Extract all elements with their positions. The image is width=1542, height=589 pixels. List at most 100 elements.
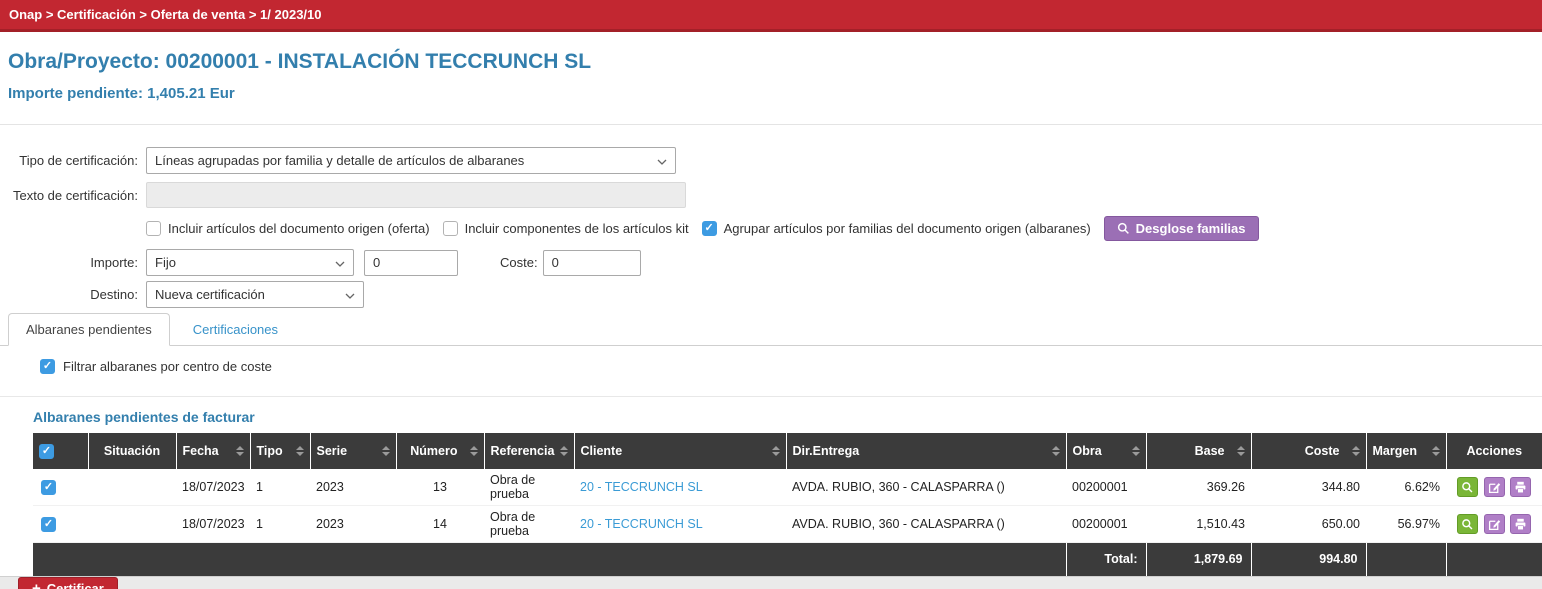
select-all-checkbox[interactable]: ✓: [39, 444, 54, 459]
tipo-certificacion-label: Tipo de certificación:: [0, 153, 138, 168]
col-direntrega-sortable[interactable]: Dir.Entrega: [786, 433, 1066, 469]
incluir-kit-label: Incluir componentes de los artículos kit: [465, 221, 689, 236]
importe-input[interactable]: 0: [364, 250, 458, 276]
importe-tipo-select[interactable]: Fijo: [146, 249, 354, 276]
search-icon: [1461, 518, 1474, 531]
checkbox-checked-icon[interactable]: ✓: [702, 221, 717, 236]
col-serie-sortable[interactable]: Serie: [310, 433, 396, 469]
page-title: Obra/Proyecto: 00200001 - INSTALACIÓN TE…: [8, 48, 1534, 76]
coste-label: Coste:: [500, 255, 538, 270]
cell-base: 369.26: [1146, 469, 1251, 506]
col-cliente-label: Cliente: [581, 444, 623, 458]
cell-coste: 650.00: [1251, 506, 1366, 543]
printer-icon: [1514, 518, 1527, 531]
chevron-down-icon: [335, 261, 345, 267]
row-checkbox[interactable]: ✓: [41, 480, 56, 495]
table-row: ✓ 18/07/2023 1 2023 14 Obra de prueba 20…: [33, 506, 1542, 543]
col-obra-label: Obra: [1073, 444, 1102, 458]
col-referencia-label: Referencia: [491, 444, 555, 458]
edit-button[interactable]: [1484, 477, 1505, 497]
cell-obra: 00200001: [1066, 469, 1146, 506]
edit-button[interactable]: [1484, 514, 1505, 534]
table-title: Albaranes pendientes de facturar: [33, 409, 1535, 425]
col-fecha-label: Fecha: [183, 444, 219, 458]
col-situacion: Situación: [104, 444, 160, 458]
print-button[interactable]: [1510, 514, 1531, 534]
sort-icon[interactable]: [236, 446, 244, 456]
incluir-kit-checkbox-group[interactable]: Incluir componentes de los artículos kit: [443, 221, 689, 236]
col-tipo-sortable[interactable]: Tipo: [250, 433, 310, 469]
destino-select[interactable]: Nueva certificación: [146, 281, 364, 308]
cell-numero: 13: [396, 469, 484, 506]
col-base-sortable[interactable]: Base: [1146, 433, 1251, 469]
desglose-familias-button[interactable]: Desglose familias: [1104, 216, 1259, 241]
sort-icon[interactable]: [772, 446, 780, 456]
breadcrumb[interactable]: Onap > Certificación > Oferta de venta >…: [0, 0, 1542, 32]
cell-referencia: Obra de prueba: [484, 469, 574, 506]
cliente-link[interactable]: 20 - TECCRUNCH SL: [580, 480, 703, 494]
sort-icon[interactable]: [470, 446, 478, 456]
col-fecha-sortable[interactable]: Fecha: [176, 433, 250, 469]
edit-icon: [1488, 518, 1501, 531]
sort-icon[interactable]: [1237, 446, 1245, 456]
agrupar-familias-label: Agrupar artículos por familias del docum…: [724, 221, 1091, 236]
table-total-row: Total: 1,879.69 994.80: [33, 543, 1542, 576]
destino-label: Destino:: [0, 287, 138, 302]
incluir-oferta-checkbox-group[interactable]: Incluir artículos del documento origen (…: [146, 221, 430, 236]
tipo-certificacion-select[interactable]: Líneas agrupadas por familia y detalle d…: [146, 147, 676, 174]
col-coste-label: Coste: [1305, 444, 1340, 458]
col-obra-sortable[interactable]: Obra: [1066, 433, 1146, 469]
sort-icon[interactable]: [560, 446, 568, 456]
certificar-label: Certificar: [47, 581, 104, 589]
col-serie-label: Serie: [317, 444, 348, 458]
albaranes-table-section: Albaranes pendientes de facturar ✓ Situa…: [33, 409, 1535, 576]
cell-serie: 2023: [310, 469, 396, 506]
col-numero-sortable[interactable]: Número: [396, 433, 484, 469]
sort-icon[interactable]: [1132, 446, 1140, 456]
col-numero-label: Número: [410, 444, 457, 458]
view-button[interactable]: [1457, 514, 1478, 534]
sort-icon[interactable]: [1052, 446, 1060, 456]
cell-tipo: 1: [250, 506, 310, 543]
checkbox-checked-icon[interactable]: ✓: [40, 359, 55, 374]
destino-value: Nueva certificación: [155, 287, 265, 302]
sort-icon[interactable]: [296, 446, 304, 456]
col-cliente-sortable[interactable]: Cliente: [574, 433, 786, 469]
pending-amount: Importe pendiente: 1,405.21 Eur: [8, 84, 1534, 104]
search-icon: [1117, 222, 1130, 235]
cell-obra: 00200001: [1066, 506, 1146, 543]
checkbox-unchecked-icon[interactable]: [146, 221, 161, 236]
cell-numero: 14: [396, 506, 484, 543]
print-button[interactable]: [1510, 477, 1531, 497]
tab-albaranes-pendientes[interactable]: Albaranes pendientes: [8, 313, 170, 346]
cell-margen: 6.62%: [1366, 469, 1446, 506]
cell-fecha: 18/07/2023: [176, 469, 250, 506]
certificar-button[interactable]: + Certificar: [18, 577, 118, 589]
tipo-certificacion-value: Líneas agrupadas por familia y detalle d…: [155, 153, 524, 168]
sort-icon[interactable]: [382, 446, 390, 456]
tab-certificaciones[interactable]: Certificaciones: [175, 313, 296, 346]
total-coste: 994.80: [1251, 543, 1366, 576]
albaranes-table: ✓ Situación Fecha Tipo Serie Número Refe…: [33, 433, 1542, 576]
row-checkbox[interactable]: ✓: [41, 517, 56, 532]
desglose-familias-label: Desglose familias: [1136, 221, 1246, 236]
col-margen-sortable[interactable]: Margen: [1366, 433, 1446, 469]
col-base-label: Base: [1195, 444, 1225, 458]
chevron-down-icon: [345, 293, 355, 299]
coste-input[interactable]: 0: [543, 250, 641, 276]
sort-icon[interactable]: [1432, 446, 1440, 456]
filter-row[interactable]: ✓ Filtrar albaranes por centro de coste: [40, 359, 1542, 374]
plus-icon: +: [32, 581, 41, 589]
checkbox-unchecked-icon[interactable]: [443, 221, 458, 236]
col-referencia-sortable[interactable]: Referencia: [484, 433, 574, 469]
view-button[interactable]: [1457, 477, 1478, 497]
agrupar-familias-checkbox-group[interactable]: ✓ Agrupar artículos por familias del doc…: [702, 221, 1091, 236]
sort-icon[interactable]: [1352, 446, 1360, 456]
tab-bar: Albaranes pendientes Certificaciones: [0, 312, 1542, 346]
cell-fecha: 18/07/2023: [176, 506, 250, 543]
cell-dir-entrega: AVDA. RUBIO, 360 - CALASPARRA (): [786, 469, 1066, 506]
cliente-link[interactable]: 20 - TECCRUNCH SL: [580, 517, 703, 531]
col-coste-sortable[interactable]: Coste: [1251, 433, 1366, 469]
importe-input-value: 0: [373, 255, 380, 270]
col-direntrega-label: Dir.Entrega: [793, 444, 860, 458]
